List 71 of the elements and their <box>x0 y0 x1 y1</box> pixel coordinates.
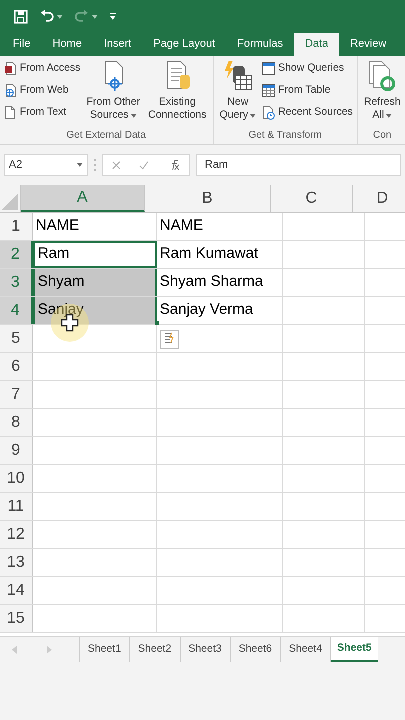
ribbon-button[interactable]: Recent Sources <box>262 104 354 122</box>
cancel-icon[interactable] <box>112 160 122 170</box>
row-header[interactable]: 15 <box>0 605 33 632</box>
check-icon[interactable] <box>139 160 150 170</box>
sheet-tab[interactable]: Sheet5 <box>331 637 378 662</box>
row-header[interactable]: 6 <box>0 353 33 380</box>
flash-fill-options-icon[interactable] <box>160 330 179 349</box>
ribbon-tab[interactable]: Home <box>42 33 94 56</box>
column-header[interactable]: D <box>353 185 405 212</box>
row-header[interactable]: 10 <box>0 465 33 492</box>
caret-icon <box>130 114 137 118</box>
redo-icon[interactable] <box>75 10 89 24</box>
ribbon-tab[interactable]: Insert <box>93 33 143 56</box>
group-label: Get & Transform <box>248 129 324 143</box>
ribbon-button[interactable]: From Text <box>4 104 81 122</box>
ribbon-button[interactable]: From Table <box>262 82 354 100</box>
column-header[interactable]: A <box>21 185 145 212</box>
table-cell: Ram <box>33 241 157 268</box>
ribbon-button[interactable]: Existing Connections <box>146 60 209 128</box>
ribbon-tab[interactable]: Data <box>294 33 340 56</box>
formula-field[interactable]: Ram <box>196 154 401 176</box>
ribbon-tab[interactable]: Page Layout <box>142 33 226 56</box>
row-header[interactable]: 13 <box>0 549 33 576</box>
row-header[interactable]: 4 <box>0 297 33 324</box>
table-cell: NAME <box>157 213 283 240</box>
table-cell: Shyam Sharma <box>157 269 283 296</box>
ribbon-tab[interactable]: Review <box>339 33 398 56</box>
column-header[interactable]: B <box>145 185 271 212</box>
ribbon-button[interactable]: Show Queries <box>262 60 354 78</box>
column-header[interactable]: C <box>271 185 353 212</box>
row-header[interactable]: 12 <box>0 521 33 548</box>
scroll-left-icon[interactable] <box>12 646 17 654</box>
table-icon <box>262 84 276 98</box>
group-label: Get External Data <box>66 129 148 143</box>
text-document-icon <box>4 106 18 120</box>
ribbon-button[interactable]: From Other Sources <box>84 60 142 128</box>
table-cell: NAME <box>33 213 157 240</box>
document-clock-icon <box>262 106 276 120</box>
row-header[interactable]: 14 <box>0 577 33 604</box>
customize-toolbar-icon[interactable] <box>110 13 116 20</box>
redo-caret-icon <box>92 14 98 18</box>
save-icon[interactable] <box>14 10 28 24</box>
ribbon-button[interactable]: From Access <box>4 60 81 78</box>
row-header[interactable]: 11 <box>0 493 33 520</box>
row-header[interactable]: 5 <box>0 325 33 352</box>
caret-icon <box>386 114 392 118</box>
web-document-icon <box>4 84 18 98</box>
ribbon-tab[interactable]: Formulas <box>226 33 294 56</box>
row-header[interactable]: 9 <box>0 437 33 464</box>
scroll-right-icon[interactable] <box>47 646 52 654</box>
row-header[interactable]: 3 <box>0 269 33 296</box>
table-cell: Ram Kumawat <box>157 241 283 268</box>
caret-icon <box>77 163 83 167</box>
ribbon-button[interactable]: Refresh All <box>362 60 403 128</box>
ribbon-tab[interactable]: File <box>2 33 42 56</box>
database-table-icon <box>222 60 254 92</box>
window-icon <box>262 62 276 76</box>
ribbon-button[interactable]: From Web <box>4 82 81 100</box>
row-header[interactable]: 2 <box>0 241 33 268</box>
database-document-icon <box>4 62 18 76</box>
undo-caret-icon <box>57 14 63 18</box>
undo-icon[interactable] <box>40 10 54 24</box>
row-header[interactable]: 8 <box>0 409 33 436</box>
table-cell: Sanjay <box>33 297 157 324</box>
name-box[interactable]: A2 <box>4 154 88 176</box>
table-cell: Shyam <box>33 269 157 296</box>
ribbon-button[interactable]: New Query <box>218 60 258 128</box>
row-header[interactable]: 7 <box>0 381 33 408</box>
row-header[interactable]: 1 <box>0 213 33 240</box>
caret-icon <box>250 114 256 118</box>
group-label: Con <box>372 129 393 143</box>
